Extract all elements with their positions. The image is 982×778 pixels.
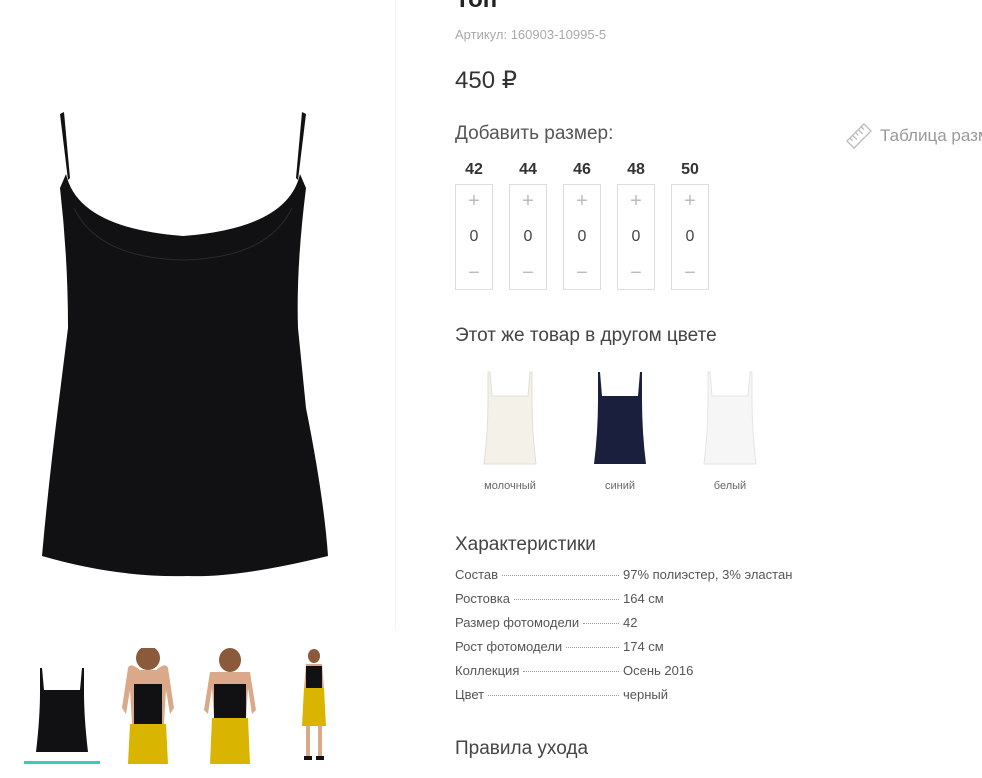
size-label: 50 bbox=[681, 161, 699, 178]
characteristic-row: Размер фотомодели 42 bbox=[455, 615, 895, 639]
decrement-button[interactable]: − bbox=[468, 261, 480, 285]
product-title: Топ bbox=[455, 0, 497, 14]
increment-button[interactable]: + bbox=[684, 189, 696, 213]
characteristic-row: Коллекция Осень 2016 bbox=[455, 663, 895, 687]
size-label: 44 bbox=[519, 161, 537, 178]
quantity-value[interactable]: 0 bbox=[686, 228, 695, 246]
color-variant-blue[interactable]: синий bbox=[565, 362, 675, 492]
decrement-button[interactable]: − bbox=[684, 261, 696, 285]
decrement-button[interactable]: − bbox=[522, 261, 534, 285]
characteristic-row: Ростовка 164 см bbox=[455, 591, 895, 615]
increment-button[interactable]: + bbox=[522, 189, 534, 213]
color-name: молочный bbox=[484, 480, 536, 492]
size-label: 46 bbox=[573, 161, 591, 178]
thumbnail-top-front[interactable] bbox=[24, 648, 100, 764]
size-chart-link[interactable]: Таблица разм bbox=[846, 123, 982, 149]
thumbnail-model-back[interactable] bbox=[192, 648, 268, 764]
quantity-stepper: + 0 − bbox=[455, 184, 493, 290]
quantity-stepper: + 0 − bbox=[617, 184, 655, 290]
main-product-image[interactable] bbox=[0, 0, 396, 630]
characteristic-row: Цвет черный bbox=[455, 687, 895, 711]
size-option-48: 48 + 0 − bbox=[617, 160, 655, 290]
other-colors-heading: Этот же товар в другом цвете bbox=[455, 325, 717, 346]
thumbnail-model-full[interactable] bbox=[276, 648, 352, 764]
color-variant-white[interactable]: белый bbox=[675, 362, 785, 492]
characteristic-value: 174 см bbox=[623, 639, 664, 654]
product-price: 450 ₽ bbox=[455, 67, 517, 94]
color-name: белый bbox=[713, 480, 747, 492]
increment-button[interactable]: + bbox=[468, 189, 480, 213]
decrement-button[interactable]: − bbox=[576, 261, 588, 285]
characteristic-key: Состав bbox=[455, 567, 499, 582]
size-label: 42 bbox=[465, 161, 483, 178]
characteristic-key: Коллекция bbox=[455, 663, 520, 678]
quantity-value[interactable]: 0 bbox=[524, 228, 533, 246]
color-variants: молочный синий белый bbox=[455, 362, 785, 492]
characteristic-row: Состав 97% полиэстер, 3% эластан bbox=[455, 567, 895, 591]
size-option-42: 42 + 0 − bbox=[455, 160, 493, 290]
increment-button[interactable]: + bbox=[576, 189, 588, 213]
ruler-icon bbox=[846, 123, 872, 149]
quantity-value[interactable]: 0 bbox=[470, 228, 479, 246]
thumbnail-model-front[interactable] bbox=[110, 648, 186, 764]
quantity-stepper: + 0 − bbox=[671, 184, 709, 290]
size-label: 48 bbox=[627, 161, 645, 178]
quantity-value[interactable]: 0 bbox=[578, 228, 587, 246]
characteristics-list: Состав 97% полиэстер, 3% эластан Ростовк… bbox=[455, 567, 895, 711]
characteristic-value: 97% полиэстер, 3% эластан bbox=[623, 567, 793, 582]
color-variant-milky[interactable]: молочный bbox=[455, 362, 565, 492]
size-option-50: 50 + 0 − bbox=[671, 160, 709, 290]
characteristic-key: Рост фотомодели bbox=[455, 639, 563, 654]
characteristic-key: Размер фотомодели bbox=[455, 615, 580, 630]
size-heading: Добавить размер: bbox=[455, 123, 614, 144]
variant-image bbox=[483, 371, 537, 465]
color-name: синий bbox=[604, 480, 635, 492]
care-heading: Правила ухода bbox=[455, 738, 589, 759]
increment-button[interactable]: + bbox=[630, 189, 642, 213]
size-selector: 42 + 0 − 44 + 0 − 46 + 0 − 48 + 0 − 50 +… bbox=[455, 160, 709, 290]
variant-image bbox=[594, 372, 646, 464]
characteristic-value: Осень 2016 bbox=[623, 663, 694, 678]
characteristic-key: Ростовка bbox=[455, 591, 510, 606]
size-option-44: 44 + 0 − bbox=[509, 160, 547, 290]
characteristic-value: 164 см bbox=[623, 591, 664, 606]
size-chart-label: Таблица разм bbox=[880, 126, 982, 145]
quantity-stepper: + 0 − bbox=[563, 184, 601, 290]
characteristics-heading: Характеристики bbox=[455, 534, 596, 555]
characteristic-value: 42 bbox=[623, 615, 638, 630]
top-photo bbox=[42, 112, 328, 577]
decrement-button[interactable]: − bbox=[630, 261, 642, 285]
product-sku: Артикул: 160903-10995-5 bbox=[455, 27, 607, 42]
quantity-stepper: + 0 − bbox=[509, 184, 547, 290]
quantity-value[interactable]: 0 bbox=[632, 228, 641, 246]
thumbnail-strip bbox=[24, 648, 364, 768]
variant-image bbox=[703, 371, 757, 465]
characteristic-row: Рост фотомодели 174 см bbox=[455, 639, 895, 663]
characteristic-value: черный bbox=[623, 687, 669, 702]
characteristic-key: Цвет bbox=[455, 687, 485, 702]
size-option-46: 46 + 0 − bbox=[563, 160, 601, 290]
